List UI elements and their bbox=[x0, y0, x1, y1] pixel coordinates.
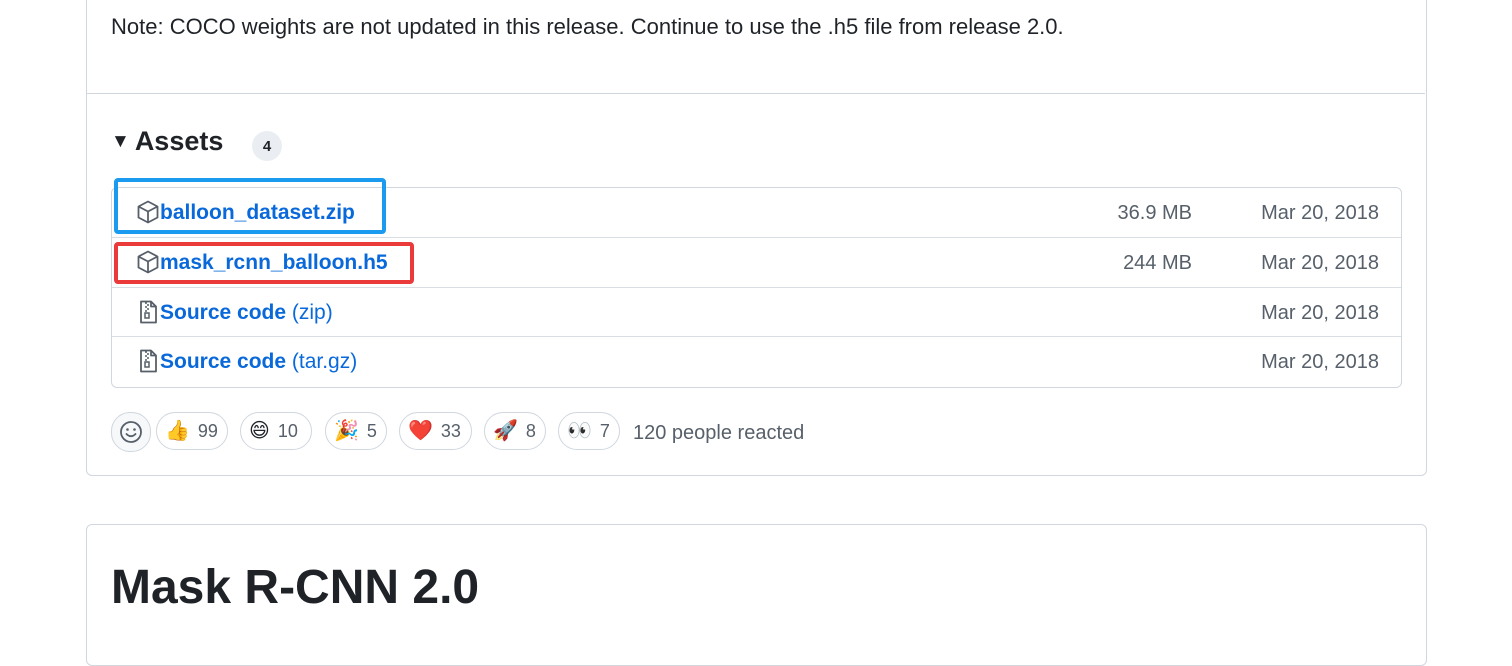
assets-title: Assets bbox=[134, 126, 224, 156]
reaction-count: 10 bbox=[277, 420, 298, 441]
asset-format: (tar.gz) bbox=[286, 350, 358, 373]
asset-size: 244 MB bbox=[1123, 252, 1192, 274]
reaction-count: 99 bbox=[197, 420, 218, 441]
reaction-rocket[interactable]: 🚀 8 bbox=[484, 412, 546, 450]
assets-count-badge: 4 bbox=[252, 131, 282, 161]
reactions-summary: 120 people reacted bbox=[633, 422, 805, 444]
reaction-count: 5 bbox=[366, 420, 377, 441]
reaction-heart[interactable]: ❤️ 33 bbox=[399, 412, 472, 450]
asset-date: Mar 20, 2018 bbox=[1261, 202, 1379, 224]
asset-date: Mar 20, 2018 bbox=[1261, 351, 1379, 373]
file-zip-icon bbox=[137, 300, 159, 324]
asset-link[interactable]: Source code (zip) bbox=[160, 301, 333, 325]
asset-name: Source code bbox=[160, 350, 287, 373]
reaction-hooray[interactable]: 🎉 5 bbox=[325, 412, 387, 450]
asset-size: 36.9 MB bbox=[1117, 202, 1192, 224]
reaction-count: 8 bbox=[525, 420, 536, 441]
thumbs-up-icon: 👍 bbox=[165, 420, 190, 442]
asset-date: Mar 20, 2018 bbox=[1261, 302, 1379, 324]
heart-icon: ❤️ bbox=[408, 420, 433, 442]
divider bbox=[87, 93, 1425, 94]
asset-link[interactable]: Source code (tar.gz) bbox=[160, 350, 357, 374]
reaction-eyes[interactable]: 👀 7 bbox=[558, 412, 620, 450]
asset-date: Mar 20, 2018 bbox=[1261, 252, 1379, 274]
reaction-laugh[interactable]: 😄 10 bbox=[240, 412, 312, 450]
asset-row: Source code (tar.gz) Mar 20, 2018 bbox=[112, 337, 1401, 386]
laugh-icon: 😄 bbox=[249, 420, 270, 442]
assets-toggle[interactable]: ▼ Assets bbox=[111, 126, 223, 157]
asset-name: Source code bbox=[160, 301, 287, 324]
highlight-box-red bbox=[114, 242, 414, 284]
release-note: Note: COCO weights are not updated in th… bbox=[111, 14, 1064, 39]
add-reaction-button[interactable] bbox=[111, 412, 151, 452]
highlight-box-blue bbox=[114, 178, 386, 234]
reaction-count: 33 bbox=[440, 420, 461, 441]
reaction-count: 7 bbox=[599, 420, 610, 441]
asset-row: Source code (zip) Mar 20, 2018 bbox=[112, 288, 1401, 337]
smiley-icon bbox=[120, 421, 142, 443]
release-title[interactable]: Mask R-CNN 2.0 bbox=[111, 560, 479, 615]
rocket-icon: 🚀 bbox=[493, 420, 518, 442]
hooray-icon: 🎉 bbox=[334, 420, 359, 442]
reaction-thumbs-up[interactable]: 👍 99 bbox=[156, 412, 228, 450]
eyes-icon: 👀 bbox=[567, 420, 592, 442]
file-zip-icon bbox=[137, 349, 159, 373]
asset-format: (zip) bbox=[286, 301, 333, 324]
caret-down-icon: ▼ bbox=[111, 130, 130, 152]
